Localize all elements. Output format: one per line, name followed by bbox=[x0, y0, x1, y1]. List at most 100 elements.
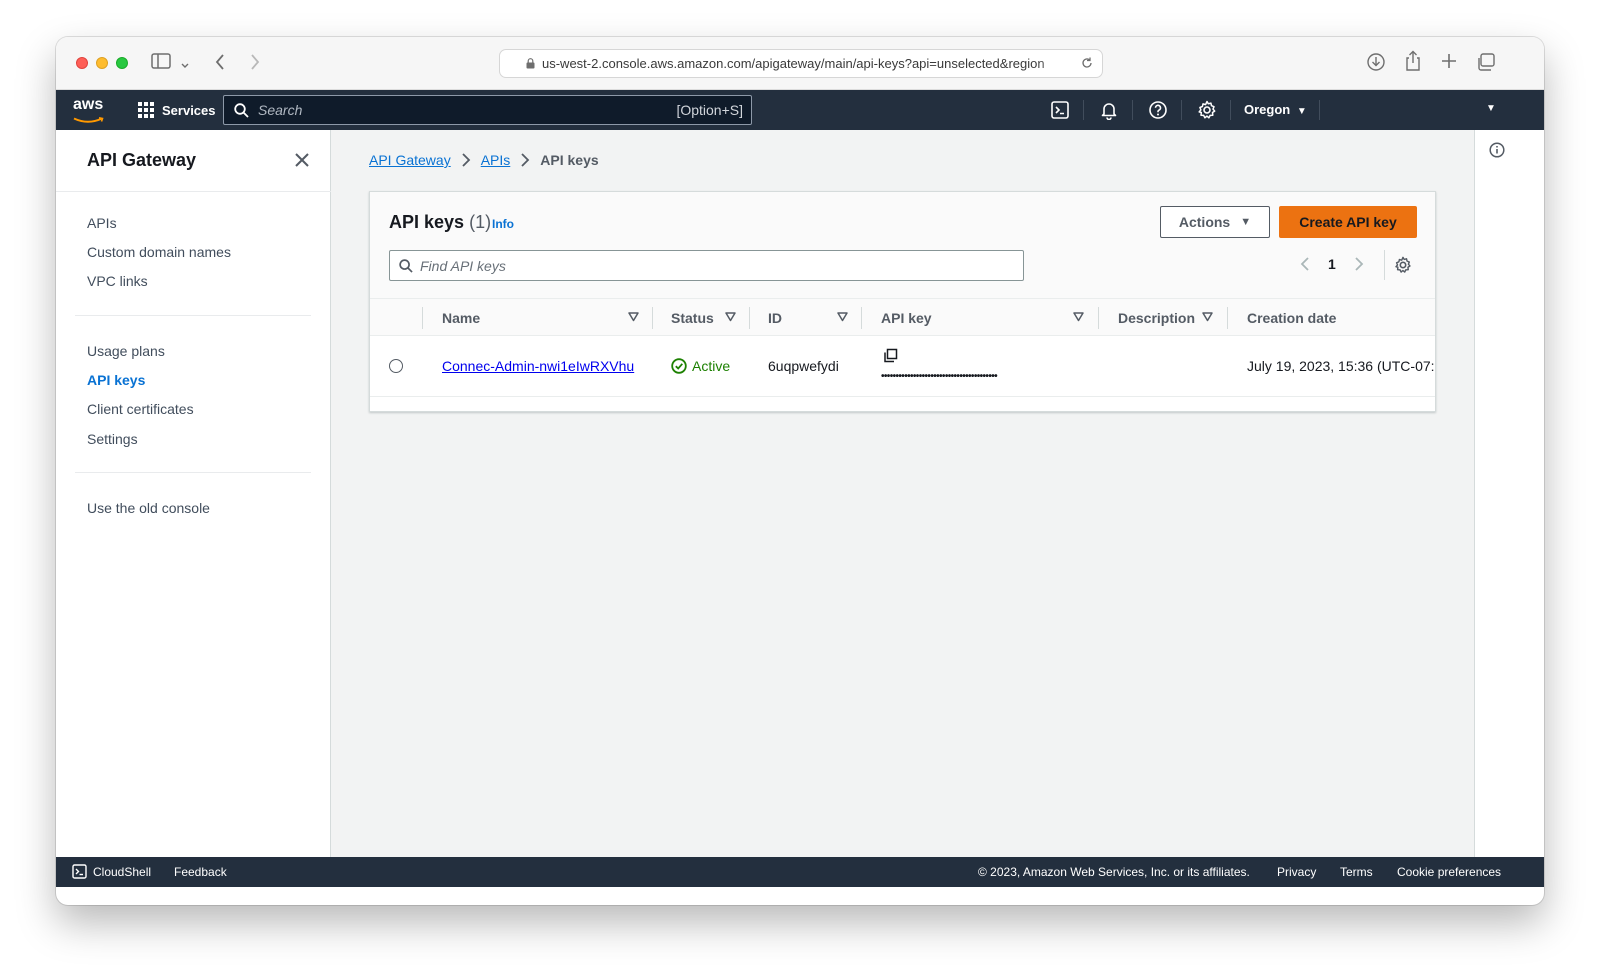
table-header: Name Status ID API key Description Creat bbox=[370, 298, 1435, 336]
cloudshell-icon bbox=[72, 864, 87, 879]
grid-icon bbox=[138, 102, 154, 118]
global-search[interactable]: [Option+S] bbox=[223, 95, 752, 125]
sidebar-item-usage-plans[interactable]: Usage plans bbox=[87, 343, 165, 359]
minimize-window-button[interactable] bbox=[96, 57, 108, 69]
column-divider bbox=[861, 307, 862, 329]
sort-icon[interactable] bbox=[1202, 312, 1213, 322]
actions-button[interactable]: Actions ▼ bbox=[1160, 206, 1270, 238]
downloads-icon[interactable] bbox=[1366, 52, 1386, 76]
info-icon[interactable] bbox=[1489, 142, 1505, 158]
search-shortcut: [Option+S] bbox=[676, 102, 743, 118]
maximize-window-button[interactable] bbox=[116, 57, 128, 69]
sidebar-item-vpc-links[interactable]: VPC links bbox=[87, 273, 148, 289]
lock-icon bbox=[526, 58, 535, 69]
pagination: 1 bbox=[1300, 256, 1364, 272]
aws-top-nav: aws Services [Option+S] O bbox=[56, 90, 1544, 130]
gear-icon[interactable] bbox=[1197, 100, 1217, 120]
forward-icon[interactable] bbox=[249, 53, 261, 75]
aws-logo[interactable]: aws bbox=[73, 96, 105, 130]
sidebar-divider bbox=[75, 315, 311, 316]
search-icon bbox=[399, 259, 413, 273]
sort-icon[interactable] bbox=[1073, 312, 1084, 322]
pagination-separator bbox=[1384, 250, 1385, 280]
tab-overview-icon[interactable] bbox=[1476, 52, 1496, 76]
side-navigation: API Gateway APIs Custom domain names VPC… bbox=[56, 130, 331, 857]
sidebar-divider bbox=[75, 472, 311, 473]
sidebar-item-settings[interactable]: Settings bbox=[87, 431, 138, 447]
copyright-text: © 2023, Amazon Web Services, Inc. or its… bbox=[978, 865, 1250, 879]
sidebar-item-api-keys[interactable]: API keys bbox=[87, 372, 145, 388]
cookie-preferences-link[interactable]: Cookie preferences bbox=[1397, 865, 1501, 879]
privacy-link[interactable]: Privacy bbox=[1277, 865, 1316, 879]
global-search-input[interactable] bbox=[258, 96, 658, 124]
column-divider bbox=[749, 307, 750, 329]
services-menu-button[interactable]: Services bbox=[138, 90, 216, 130]
sort-icon[interactable] bbox=[725, 312, 736, 322]
next-page-icon[interactable] bbox=[1354, 256, 1364, 272]
cloudshell-button[interactable]: CloudShell bbox=[72, 864, 151, 879]
sidebar-header-divider bbox=[56, 191, 331, 192]
sidebar-toggle-icon[interactable] bbox=[151, 53, 171, 73]
cloudshell-icon[interactable] bbox=[1050, 100, 1070, 120]
info-link[interactable]: Info bbox=[492, 217, 514, 231]
page-number[interactable]: 1 bbox=[1328, 256, 1336, 272]
region-selector[interactable]: Oregon ▼ bbox=[1244, 102, 1307, 117]
sort-icon[interactable] bbox=[837, 312, 848, 322]
sidebar-item-custom-domain-names[interactable]: Custom domain names bbox=[87, 244, 231, 260]
nav-separator bbox=[1132, 100, 1133, 120]
chevron-down-icon[interactable] bbox=[180, 55, 190, 75]
column-divider bbox=[652, 307, 653, 329]
address-bar[interactable]: us-west-2.console.aws.amazon.com/apigate… bbox=[499, 49, 1103, 78]
sidebar-item-client-certificates[interactable]: Client certificates bbox=[87, 401, 194, 417]
url-text: us-west-2.console.aws.amazon.com/apigate… bbox=[542, 56, 1045, 71]
terms-link[interactable]: Terms bbox=[1340, 865, 1373, 879]
share-icon[interactable] bbox=[1404, 50, 1422, 76]
column-header-status[interactable]: Status bbox=[671, 310, 714, 326]
feedback-link[interactable]: Feedback bbox=[174, 865, 227, 879]
browser-toolbar: us-west-2.console.aws.amazon.com/apigate… bbox=[56, 37, 1544, 90]
table-row[interactable]: Connec-Admin-nwi1eIwRXVhu Active 6uqpwef… bbox=[370, 336, 1435, 397]
find-api-keys-filter[interactable] bbox=[389, 250, 1024, 281]
nav-separator bbox=[1083, 100, 1084, 120]
panel-count: (1) bbox=[469, 212, 492, 232]
api-key-masked-value: •••••••••••••••••••••••••••••••••••••••• bbox=[881, 371, 998, 382]
account-menu-caret-icon[interactable]: ▼ bbox=[1486, 103, 1496, 114]
previous-page-icon[interactable] bbox=[1300, 256, 1310, 272]
reload-icon[interactable] bbox=[1080, 56, 1094, 70]
column-header-id[interactable]: ID bbox=[768, 310, 782, 326]
region-label: Oregon bbox=[1244, 102, 1291, 117]
breadcrumb-api-gateway[interactable]: API Gateway bbox=[369, 152, 451, 168]
row-select-radio[interactable] bbox=[389, 359, 403, 373]
actions-label: Actions bbox=[1178, 214, 1231, 230]
find-api-keys-input[interactable] bbox=[420, 251, 1010, 280]
close-icon[interactable] bbox=[293, 151, 311, 169]
column-header-name[interactable]: Name bbox=[442, 310, 480, 326]
help-icon[interactable] bbox=[1148, 100, 1168, 120]
chevron-right-icon bbox=[462, 153, 470, 167]
sort-icon[interactable] bbox=[628, 312, 639, 322]
create-api-key-button[interactable]: Create API key bbox=[1279, 206, 1417, 238]
caret-down-icon: ▼ bbox=[1296, 106, 1307, 117]
breadcrumb-apis[interactable]: APIs bbox=[481, 152, 511, 168]
column-header-api-key[interactable]: API key bbox=[881, 310, 932, 326]
aws-smile-icon bbox=[73, 117, 104, 123]
aws-logo-text: aws bbox=[73, 96, 104, 113]
sidebar-item-apis[interactable]: APIs bbox=[87, 215, 117, 231]
api-key-id: 6uqpwefydi bbox=[768, 358, 839, 374]
close-window-button[interactable] bbox=[76, 57, 88, 69]
copy-icon[interactable] bbox=[883, 348, 898, 363]
help-panel-rail bbox=[1474, 130, 1544, 857]
success-check-icon bbox=[671, 358, 687, 374]
column-divider bbox=[1227, 307, 1228, 329]
column-header-description[interactable]: Description bbox=[1118, 310, 1195, 326]
main-content: API Gateway APIs API keys API keys (1) I… bbox=[331, 130, 1474, 857]
column-divider bbox=[422, 307, 423, 329]
new-tab-icon[interactable] bbox=[1440, 52, 1458, 74]
gear-icon[interactable] bbox=[1394, 256, 1412, 274]
back-icon[interactable] bbox=[214, 53, 226, 75]
column-header-creation-date[interactable]: Creation date bbox=[1247, 310, 1336, 326]
bell-icon[interactable] bbox=[1099, 100, 1119, 120]
api-key-name-link[interactable]: Connec-Admin-nwi1eIwRXVhu bbox=[442, 358, 634, 374]
console-footer: CloudShell Feedback © 2023, Amazon Web S… bbox=[56, 857, 1544, 887]
sidebar-item-old-console[interactable]: Use the old console bbox=[87, 500, 210, 516]
